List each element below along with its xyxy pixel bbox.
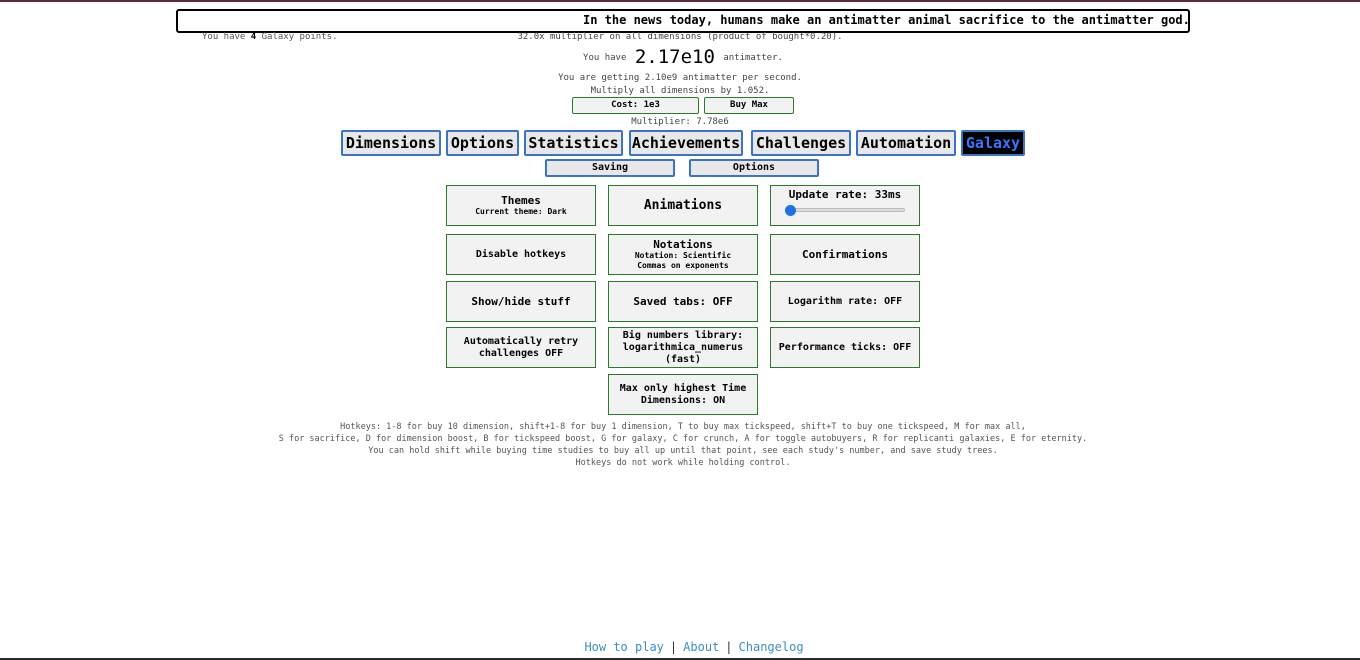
update-rate-control: Update rate: 33ms (770, 185, 920, 226)
auto-retry-line2: challenges OFF (478, 347, 564, 359)
subtab-options[interactable]: Options (689, 159, 819, 177)
slider-thumb[interactable] (785, 205, 796, 216)
tickspeed-cost-button[interactable]: Cost: 1e3 (572, 97, 699, 114)
big-numbers-line3: (fast) (664, 353, 702, 365)
show-hide-button[interactable]: Show/hide stuff (446, 281, 596, 322)
max-time-line2: Dimensions: ON (640, 394, 726, 406)
tab-galaxy[interactable]: Galaxy (961, 130, 1025, 156)
disable-hotkeys-label: Disable hotkeys (475, 248, 567, 260)
confirmations-label: Confirmations (801, 248, 889, 261)
saved-tabs-button[interactable]: Saved tabs: OFF (608, 281, 758, 322)
antimatter-amount: You have 2.17e10 antimatter. (0, 46, 1360, 68)
hotkeys-help: Hotkeys: 1-8 for buy 10 dimension, shift… (0, 421, 1360, 469)
themes-title: Themes (501, 194, 541, 207)
hotkeys-line: You can hold shift while buying time stu… (368, 446, 998, 456)
hotkeys-line: S for sacrifice, D for dimension boost, … (278, 434, 1088, 444)
footer-links: How to play | About | Changelog (0, 640, 1360, 654)
tab-options[interactable]: Options (446, 130, 519, 156)
current-theme: Current theme: Dark (475, 207, 567, 216)
tab-achievements[interactable]: Achievements (629, 130, 743, 156)
performance-ticks-button[interactable]: Performance ticks: OFF (770, 327, 920, 368)
subtab-saving[interactable]: Saving (545, 159, 675, 177)
news-ticker: In the news today, humans make an antima… (176, 9, 1190, 33)
logarithm-rate-label: Logarithm rate: OFF (787, 295, 903, 307)
auto-retry-line1: Automatically retry (463, 335, 579, 347)
top-border (0, 0, 1360, 2)
antimatter-rate: You are getting 2.10e9 antimatter per se… (558, 73, 802, 83)
max-time-dimensions-button[interactable]: Max only highest Time Dimensions: ON (608, 374, 758, 415)
tab-automation[interactable]: Automation (856, 130, 956, 156)
dimension-multiplier-text: 32.0x multiplier on all dimensions (prod… (517, 32, 843, 42)
tab-challenges[interactable]: Challenges (751, 130, 851, 156)
changelog-link[interactable]: Changelog (739, 640, 804, 654)
auto-retry-button[interactable]: Automatically retry challenges OFF (446, 327, 596, 368)
footer-separator: | (725, 640, 733, 654)
saved-tabs-label: Saved tabs: OFF (633, 295, 733, 308)
animations-label: Animations (643, 197, 723, 213)
antimatter-value: 2.17e10 (634, 46, 715, 68)
disable-hotkeys-button[interactable]: Disable hotkeys (446, 234, 596, 275)
big-numbers-button[interactable]: Big numbers library: logarithmica_numeru… (608, 327, 758, 368)
antimatter-suffix: antimatter. (723, 53, 783, 63)
footer-separator: | (669, 640, 678, 654)
commas-setting: Commas on exponents (637, 261, 729, 270)
notations-title: Notations (653, 238, 713, 251)
notation-value: Notation: Scientific (634, 251, 732, 260)
tickspeed-buy-max-button[interactable]: Buy Max (704, 97, 794, 114)
about-link[interactable]: About (683, 640, 719, 654)
hotkeys-line: Hotkeys do not work while holding contro… (575, 458, 791, 468)
tab-dimensions[interactable]: Dimensions (341, 130, 441, 156)
tickspeed-multiplier: Multiplier: 7.78e6 (631, 117, 729, 127)
max-time-line1: Max only highest Time (619, 382, 747, 394)
hotkeys-line: Hotkeys: 1-8 for buy 10 dimension, shift… (340, 422, 1026, 432)
notations-button[interactable]: Notations Notation: Scientific Commas on… (608, 234, 758, 275)
performance-ticks-label: Performance ticks: OFF (778, 341, 912, 353)
tab-statistics[interactable]: Statistics (524, 130, 623, 156)
how-to-play-link[interactable]: How to play (584, 640, 663, 654)
confirmations-button[interactable]: Confirmations (770, 234, 920, 275)
news-text: In the news today, humans make an antima… (583, 13, 1190, 27)
logarithm-rate-button[interactable]: Logarithm rate: OFF (770, 281, 920, 322)
animations-button[interactable]: Animations (608, 185, 758, 226)
big-numbers-line1: Big numbers library: (622, 329, 744, 341)
themes-button[interactable]: Themes Current theme: Dark (446, 185, 596, 226)
big-numbers-line2: logarithmica_numerus (622, 341, 744, 353)
antimatter-prefix: You have (583, 53, 627, 63)
update-rate-slider[interactable] (785, 205, 905, 216)
update-rate-label: Update rate: 33ms (788, 188, 902, 201)
show-hide-label: Show/hide stuff (471, 295, 571, 308)
multiply-text: Multiply all dimensions by 1.052. (590, 86, 770, 96)
slider-track (785, 208, 905, 212)
